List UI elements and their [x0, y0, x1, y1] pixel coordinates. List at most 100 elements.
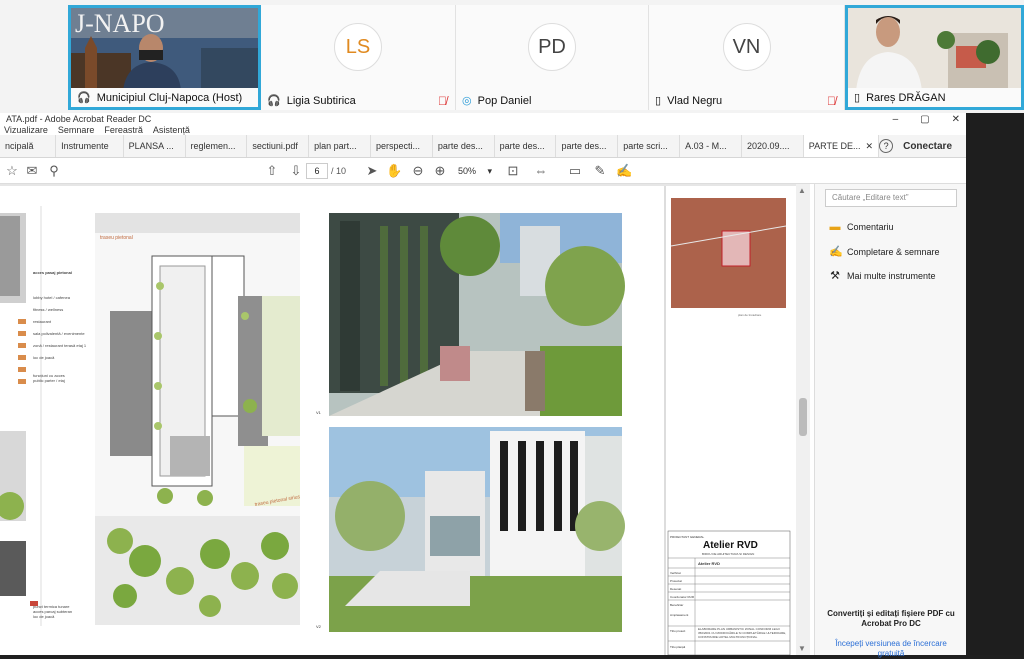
participant-tile-host[interactable]: J-NAPO 🎧 Municipiul Cluj-Napoca (Host)	[68, 5, 261, 110]
tab-tools[interactable]: Instrumente	[56, 135, 124, 157]
legend-block: acces pasaj pietonal lobby hotel / cafen…	[33, 270, 93, 383]
promo-title: Convertiți și editați fișiere PDF cu Acr…	[827, 609, 955, 628]
minimize-icon[interactable]: –	[893, 114, 899, 125]
tab-document[interactable]: sectiuni.pdf	[247, 135, 310, 157]
email-icon[interactable]: ✉	[24, 163, 40, 179]
document-viewport[interactable]: traseu pietonal traseu pietonal sirius V…	[0, 184, 796, 655]
participant-name: Pop Daniel	[477, 94, 532, 107]
sign-icon[interactable]: ✍	[616, 163, 632, 179]
render-label-v2: V2	[316, 624, 322, 629]
menu-sign[interactable]: Semnare	[58, 125, 95, 135]
avatar: PD	[528, 23, 576, 71]
participant-tile-ligia[interactable]: LS 🎧 Ligia Subtirica 🎙̸	[261, 5, 456, 110]
comment-icon[interactable]: ▭	[567, 163, 583, 179]
menu-view[interactable]: Vizualizare	[4, 125, 48, 135]
menu-help[interactable]: Asistență	[153, 125, 190, 135]
scroll-up-icon[interactable]: ▲	[798, 186, 806, 195]
participant-video-feed	[848, 8, 1021, 88]
tab-document[interactable]: A.03 - M...	[680, 135, 742, 157]
tab-document[interactable]: parte scri...	[618, 135, 681, 157]
participant-tile-rares[interactable]: ▯ Rareș DRĂGAN	[845, 5, 1024, 110]
participant-nameplate: ◎ Pop Daniel	[456, 91, 648, 110]
titleblock-row: Desenat	[670, 587, 681, 591]
hand-tool-icon[interactable]: ✋	[386, 163, 402, 179]
participant-nameplate: ▯ Rareș DRĂGAN	[848, 88, 1021, 107]
free-trial-link[interactable]: Începeți versiunea de încercare gratuită	[825, 639, 957, 659]
select-cursor-icon[interactable]: ➤	[364, 163, 380, 179]
tab-label: PARTE DE...	[808, 141, 861, 151]
map-caption: plan de încadrare	[738, 313, 762, 317]
architectural-plate: traseu pietonal traseu pietonal sirius V…	[0, 186, 791, 655]
phone-icon: ▯	[655, 95, 662, 107]
document-tab-bar: ncipală Instrumente PLANSA ... reglemen.…	[0, 135, 966, 158]
tab-document[interactable]: perspecti...	[371, 135, 433, 157]
tab-document[interactable]: parte des...	[556, 135, 619, 157]
mic-muted-icon: 🎙̸	[438, 93, 447, 108]
titleblock-row: Titlu proiect	[670, 629, 686, 633]
window-titlebar: ATA.pdf - Adobe Acrobat Reader DC – ▢ ✕	[0, 113, 966, 125]
tab-document[interactable]: plan part...	[309, 135, 371, 157]
tab-document[interactable]: PLANSA ...	[124, 135, 186, 157]
scroll-down-icon[interactable]: ▼	[798, 644, 806, 653]
phone-icon: ▯	[854, 92, 861, 104]
pen-icon[interactable]: ✎	[592, 163, 608, 179]
desktop-background	[966, 113, 1024, 655]
tool-more[interactable]: ⚒ Mai multe instrumente	[829, 269, 936, 282]
search-icon[interactable]: ⚲	[46, 163, 62, 179]
maximize-icon[interactable]: ▢	[920, 114, 929, 125]
participant-nameplate: 🎧 Ligia Subtirica 🎙̸	[261, 91, 455, 110]
tab-document[interactable]: parte des...	[433, 135, 495, 157]
titleblock-row: Amplasament	[670, 613, 689, 617]
participant-tile-vlad[interactable]: VN ▯ Vlad Negru 🎙̸	[649, 5, 845, 110]
close-icon[interactable]: ✕	[952, 114, 960, 125]
tab-document-active[interactable]: PARTE DE... ✕	[803, 135, 880, 157]
tool-label: Mai multe instrumente	[847, 270, 936, 281]
tool-label: Completare & semnare	[847, 246, 940, 257]
tools-pane: Căutare „Editare text” ▬ Comentariu ✍ Co…	[814, 184, 966, 658]
next-page-icon[interactable]: ⇩	[288, 163, 304, 179]
menu-window[interactable]: Fereastră	[104, 125, 143, 135]
tool-search-input[interactable]: Căutare „Editare text”	[825, 189, 957, 207]
titleblock-row: Proiectat	[670, 579, 682, 583]
titleblock-row: Verificat	[670, 571, 681, 575]
legend-item: lobby hotel / cafenea	[33, 295, 70, 300]
legend-item: zonă / restaurant terasă etaj 1	[33, 343, 87, 348]
upgrade-promo: Convertiți și editați fișiere PDF cu Acr…	[825, 609, 957, 659]
zoom-out-icon[interactable]: ⊖	[410, 163, 426, 179]
fit-page-icon[interactable]: ⊡	[505, 163, 521, 179]
page-number-input[interactable]: 6	[306, 163, 328, 179]
tool-fill-sign[interactable]: ✍ Completare & semnare	[829, 245, 940, 258]
scroll-mode-icon[interactable]: ⇔	[533, 163, 549, 178]
mic-muted-icon: 🎙̸	[827, 93, 836, 108]
legend-item: fitness / wellness	[33, 307, 64, 312]
close-tab-icon[interactable]: ✕	[866, 141, 874, 152]
help-icon[interactable]: ?	[879, 139, 894, 153]
bookmark-icon[interactable]: ☆	[4, 163, 20, 179]
web-client-icon: ◎	[462, 95, 472, 107]
tab-document[interactable]: parte des...	[495, 135, 557, 157]
tool-comment[interactable]: ▬ Comentariu	[829, 221, 894, 233]
company-sub: BIROU DE ARHITECTURA SI DESIGN	[702, 552, 754, 556]
tools-icon: ⚒	[830, 270, 840, 282]
background-sign-text: J-NAPO	[75, 9, 165, 38]
menu-bar: Vizualizare Semnare Fereastră Asistență	[0, 125, 966, 135]
meeting-participant-strip: J-NAPO 🎧 Municipiul Cluj-Napoca (Host) L…	[0, 0, 1024, 113]
pdf-page: traseu pietonal traseu pietonal sirius V…	[0, 186, 796, 655]
tab-home[interactable]: ncipală	[0, 135, 57, 157]
connect-button[interactable]: Conectare	[903, 141, 952, 152]
legend-item: sala polivalentă / evenimente	[33, 331, 85, 336]
participant-tile-pop[interactable]: PD ◎ Pop Daniel	[456, 5, 649, 110]
avatar: LS	[334, 23, 382, 71]
participant-name: Rareș DRĂGAN	[866, 91, 946, 104]
chevron-down-icon: ▾	[487, 165, 492, 176]
zoom-in-icon[interactable]: ⊕	[432, 163, 448, 179]
headset-icon: 🎧	[267, 95, 281, 107]
tab-document[interactable]: reglemen...	[186, 135, 248, 157]
zoom-select[interactable]: 50% ▾	[455, 163, 495, 179]
vertical-scrollbar[interactable]: ▲ ▼	[796, 184, 810, 655]
titleblock-row: Atelier RVD	[698, 561, 720, 566]
scrollbar-thumb[interactable]	[799, 398, 807, 436]
tab-document[interactable]: 2020.09....	[742, 135, 804, 157]
previous-page-icon[interactable]: ⇧	[264, 163, 280, 179]
participant-name: Vlad Negru	[667, 94, 723, 107]
